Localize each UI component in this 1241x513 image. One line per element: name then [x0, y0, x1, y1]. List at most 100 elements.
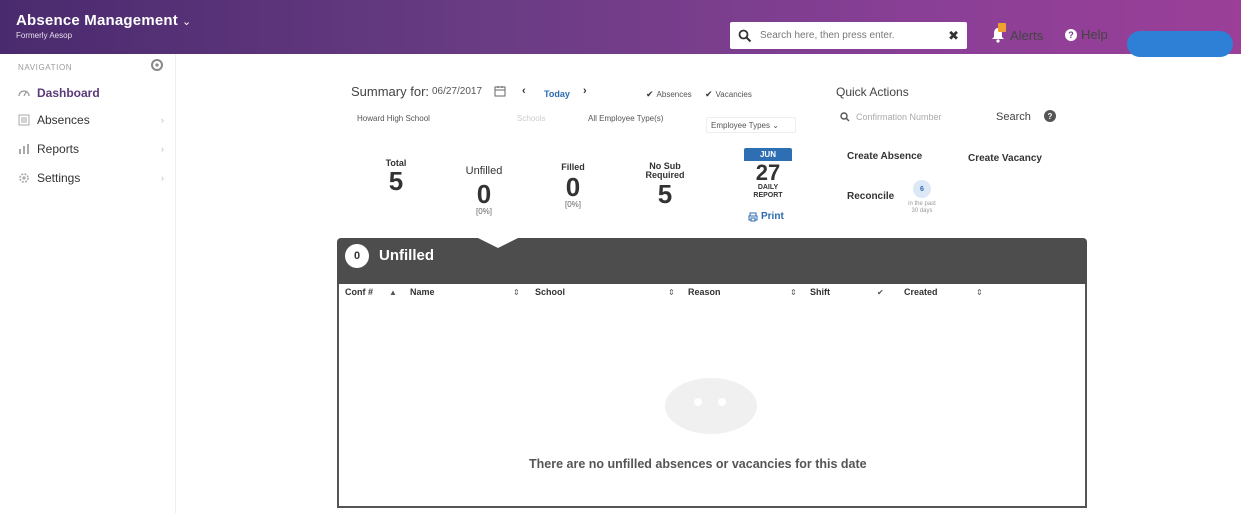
confirmation-search-button[interactable]: Search — [996, 111, 1031, 123]
sort-icon[interactable]: ⇕ — [790, 288, 797, 297]
gear-icon — [19, 173, 29, 183]
unfilled-percent: [0%] — [475, 206, 492, 216]
column-name[interactable]: Name — [410, 287, 435, 297]
reconcile-note-line-2: 30 days — [911, 208, 933, 215]
total-value: 5 — [388, 166, 404, 197]
employee-type-filter[interactable]: All Employee Type(s) — [588, 114, 663, 123]
daily-label: DAILY — [757, 184, 779, 191]
unfilled-panel-header — [337, 238, 1087, 284]
daily-report-calendar[interactable]: JUN 27 DAILY REPORT — [744, 148, 792, 199]
sidebar-item-label: Settings — [37, 171, 81, 185]
vacancies-checkbox[interactable]: ✔ Vacancies — [705, 89, 752, 100]
print-label: Print — [761, 211, 784, 222]
empty-state-icon — [665, 378, 757, 434]
today-button[interactable]: Today — [544, 89, 570, 99]
sort-asc-icon[interactable]: ▲ — [389, 288, 397, 297]
clear-search-icon[interactable]: ✖ — [948, 28, 959, 44]
chevron-right-icon: › — [161, 115, 164, 125]
panel-pointer — [478, 238, 518, 248]
search-icon — [738, 29, 752, 42]
filled-percent: [0%] — [564, 200, 581, 210]
column-reason[interactable]: Reason — [688, 287, 721, 297]
print-link[interactable]: Print — [748, 211, 784, 222]
reconcile-note: in the past 30 days — [900, 201, 944, 215]
chart-icon — [19, 144, 29, 154]
alert-badge — [998, 23, 1006, 32]
no-sub-required-stat[interactable]: No Sub Required 5 — [640, 161, 690, 209]
filled-label: Filled — [561, 162, 585, 172]
column-shift[interactable]: Shift — [810, 287, 830, 297]
sort-icon[interactable]: ⇕ — [668, 288, 675, 297]
help-icon[interactable]: ? — [1044, 110, 1056, 122]
sidebar-item-settings[interactable]: Settings › — [18, 168, 168, 188]
app-title[interactable]: Absence Management — [16, 12, 178, 29]
school-filter[interactable]: Howard High School — [357, 114, 430, 123]
print-icon — [748, 212, 758, 221]
nav-heading: NAVIGATION — [18, 63, 73, 72]
chevron-down-icon[interactable]: ⌄ — [182, 15, 191, 28]
help-button[interactable]: ? Help — [1065, 27, 1108, 42]
bell-icon — [990, 23, 1006, 43]
global-search-input[interactable] — [760, 30, 943, 41]
reconcile-note-line-1: in the past — [908, 201, 936, 207]
search-icon — [840, 112, 850, 122]
filled-value: 0 — [565, 172, 581, 203]
chevron-right-icon: › — [161, 173, 164, 183]
reconcile-button[interactable]: Reconcile — [847, 191, 894, 202]
user-menu[interactable] — [1127, 31, 1233, 57]
confirmation-search — [840, 108, 980, 126]
help-icon: ? — [1065, 28, 1077, 41]
sidebar-item-label: Reports — [37, 142, 80, 156]
next-day-icon[interactable]: › — [583, 85, 587, 97]
checkmark-icon: ✔ — [705, 89, 713, 99]
sort-icon[interactable]: ⇕ — [976, 288, 983, 297]
checkmark-icon: ✔ — [646, 89, 654, 99]
schools-filter[interactable]: Schools — [517, 114, 545, 123]
refresh-icon[interactable] — [150, 58, 164, 72]
chevron-right-icon: › — [161, 144, 164, 154]
unfilled-label: Unfilled — [465, 165, 503, 177]
absences-checkbox[interactable]: ✔ Absences — [646, 89, 692, 100]
unfilled-value: 0 — [476, 178, 492, 209]
filled-stat[interactable]: Filled 0 [0%] — [553, 162, 593, 210]
report-label: REPORT — [753, 191, 783, 199]
calendar-day: 27 — [755, 160, 781, 185]
reconcile-count-badge: 6 — [913, 180, 931, 198]
employee-types-label: Employee Types — [711, 121, 770, 130]
total-stat[interactable]: Total 5 — [376, 158, 416, 197]
no-sub-value: 5 — [657, 178, 673, 209]
quick-actions-title: Quick Actions — [836, 85, 909, 99]
absences-checkbox-label: Absences — [656, 90, 692, 99]
help-label: Help — [1081, 27, 1108, 42]
sidebar-item-label: Dashboard — [37, 86, 100, 100]
list-icon — [18, 114, 30, 126]
sort-icon[interactable]: ⇕ — [513, 288, 520, 297]
dashboard-icon — [18, 90, 30, 97]
alerts-button[interactable]: Alerts — [990, 23, 1044, 43]
unfilled-panel-title: Unfilled — [379, 247, 434, 264]
column-school[interactable]: School — [535, 287, 565, 297]
sidebar-item-dashboard[interactable]: Dashboard — [18, 83, 168, 103]
checkmark-icon[interactable]: ✔ — [877, 288, 884, 297]
app-brand[interactable]: Absence Management ⌄ Formerly Aesop — [16, 12, 191, 40]
sidebar-item-label: Absences — [37, 113, 90, 127]
employee-types-select[interactable]: Employee Types ⌄ — [706, 117, 796, 133]
unfilled-stat[interactable]: Unfilled 0 [0%] — [458, 165, 510, 216]
create-absence-button[interactable]: Create Absence — [847, 151, 922, 162]
vacancies-checkbox-label: Vacancies — [715, 90, 752, 99]
alerts-label: Alerts — [1010, 27, 1044, 43]
sidebar-item-reports[interactable]: Reports › — [18, 139, 168, 159]
global-search: ✖ — [730, 22, 967, 49]
empty-state-message: There are no unfilled absences or vacanc… — [529, 457, 867, 471]
app-subtitle: Formerly Aesop — [16, 31, 73, 40]
column-created[interactable]: Created — [904, 287, 938, 297]
create-vacancy-button[interactable]: Create Vacancy — [968, 153, 1042, 164]
unfilled-count-badge: 0 — [345, 244, 369, 268]
confirmation-number-input[interactable] — [856, 112, 976, 122]
sidebar-item-absences[interactable]: Absences › — [18, 110, 168, 130]
calendar-icon[interactable] — [494, 85, 506, 97]
summary-date[interactable]: 06/27/2017 — [432, 86, 482, 97]
top-header: Absence Management ⌄ Formerly Aesop — [0, 0, 1241, 54]
previous-day-icon[interactable]: ‹ — [522, 85, 526, 97]
column-conf[interactable]: Conf # — [345, 287, 373, 297]
